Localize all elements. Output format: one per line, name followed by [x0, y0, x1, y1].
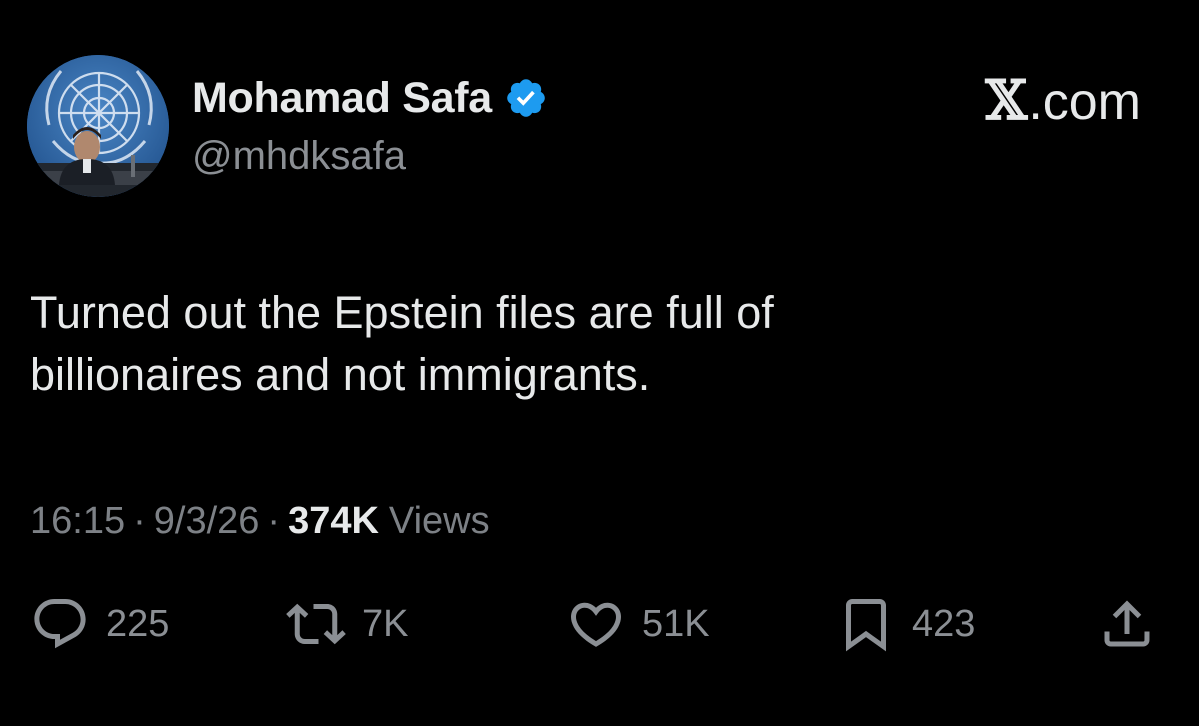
x-logo-icon: 𝕏: [985, 68, 1028, 132]
views-label[interactable]: Views: [389, 500, 490, 543]
meta-separator: ·: [267, 500, 281, 542]
meta-separator: ·: [133, 500, 146, 542]
author-handle[interactable]: @mhdksafa: [192, 134, 406, 179]
tweet-actions-bar: 225 7K 51K 423: [0, 592, 1199, 656]
author-display-name[interactable]: Mohamad Safa: [192, 74, 492, 123]
verified-badge-icon: [504, 76, 548, 120]
retweet-icon: [286, 603, 346, 645]
retweet-count: 7K: [362, 602, 409, 645]
reply-count: 225: [106, 602, 170, 645]
tweet-text: Turned out the Epstein files are full of…: [30, 282, 1130, 406]
bookmark-button[interactable]: 423: [836, 592, 975, 656]
share-icon: [1104, 600, 1150, 647]
tweet-date[interactable]: 9/3/26: [154, 500, 260, 543]
reply-button[interactable]: 225: [30, 592, 169, 656]
heart-icon: [570, 602, 622, 647]
tweet-card: Mohamad Safa @mhdksafa 𝕏 .com Turned out …: [0, 0, 1199, 726]
brand-suffix: .com: [1028, 73, 1141, 131]
retweet-button[interactable]: 7K: [286, 592, 408, 656]
bookmark-icon: [846, 599, 886, 652]
avatar-photo-icon: [27, 55, 169, 197]
avatar[interactable]: [27, 55, 169, 197]
tweet-time[interactable]: 16:15: [30, 500, 125, 543]
tweet-meta: 16:15 · 9/3/26 · 374K Views: [30, 500, 490, 543]
tweet-text-line: Turned out the Epstein files are full of: [30, 287, 774, 338]
brand-logo: 𝕏 .com: [985, 68, 1141, 132]
like-button[interactable]: 51K: [566, 592, 710, 656]
share-button[interactable]: [1097, 592, 1157, 656]
views-count[interactable]: 374K: [288, 500, 379, 543]
bookmark-count: 423: [912, 602, 976, 645]
reply-icon: [34, 599, 86, 649]
tweet-text-line: billionaires and not immigrants.: [30, 349, 651, 400]
author-name-row: Mohamad Safa: [192, 72, 548, 124]
like-count: 51K: [642, 602, 710, 645]
